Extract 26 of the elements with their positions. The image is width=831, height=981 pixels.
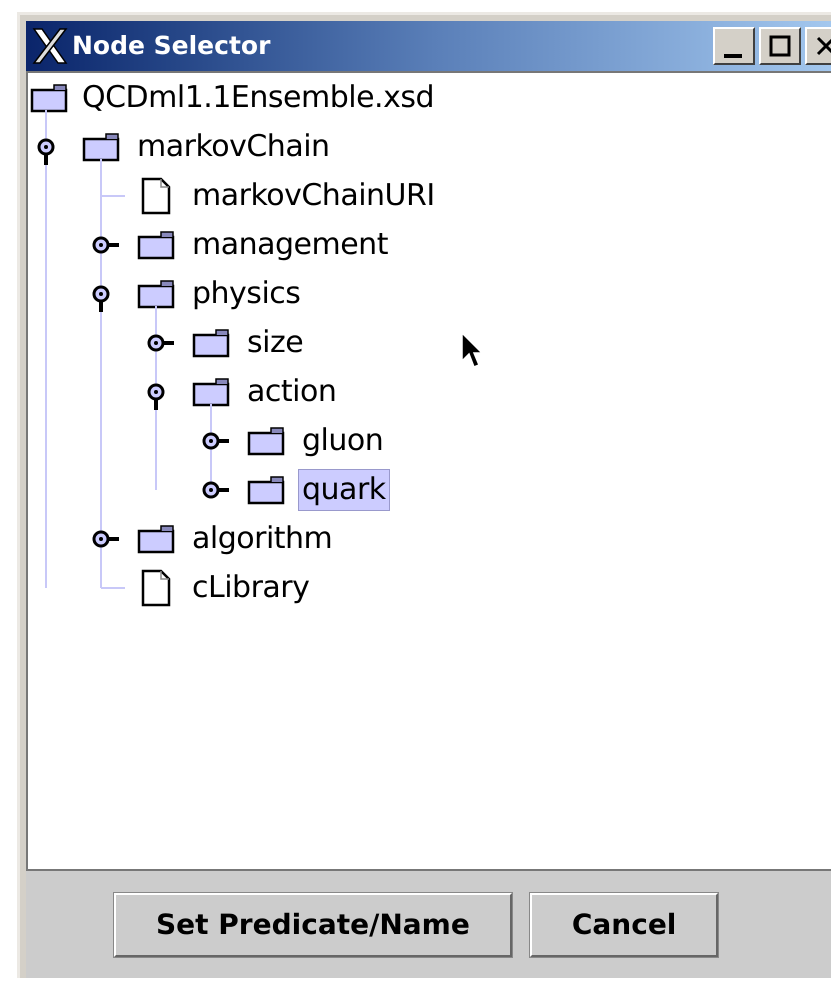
folder-icon (137, 230, 175, 260)
cancel-button[interactable]: Cancel (530, 892, 718, 956)
tree-item[interactable]: gluon (298, 420, 388, 462)
maximize-icon (768, 34, 792, 58)
maximize-button[interactable] (759, 27, 801, 65)
window-title: Node Selector (72, 30, 270, 62)
tree-item[interactable]: markovChainURI (188, 174, 439, 216)
set-predicate-button[interactable]: Set Predicate/Name (114, 892, 512, 956)
close-icon (814, 34, 831, 58)
tree-item[interactable]: physics (188, 272, 304, 314)
minimize-button[interactable] (713, 27, 755, 65)
x-logo-icon (30, 26, 70, 66)
tree-item[interactable]: management (188, 224, 392, 266)
tree-item[interactable]: size (243, 322, 308, 364)
folder-icon (137, 524, 175, 554)
file-icon (141, 176, 171, 214)
folder-icon (192, 328, 230, 358)
folder-icon (247, 426, 285, 456)
tree-item[interactable]: quark (298, 468, 390, 510)
tree-item[interactable]: cLibrary (188, 566, 314, 608)
tree-item[interactable]: markovChain (133, 126, 334, 168)
tree-item[interactable]: QCDml1.1Ensemble.xsd (78, 76, 438, 118)
tree-item[interactable]: action (243, 370, 340, 412)
tree-item[interactable]: algorithm (188, 518, 336, 560)
file-icon (141, 568, 171, 606)
folder-icon (247, 474, 285, 504)
